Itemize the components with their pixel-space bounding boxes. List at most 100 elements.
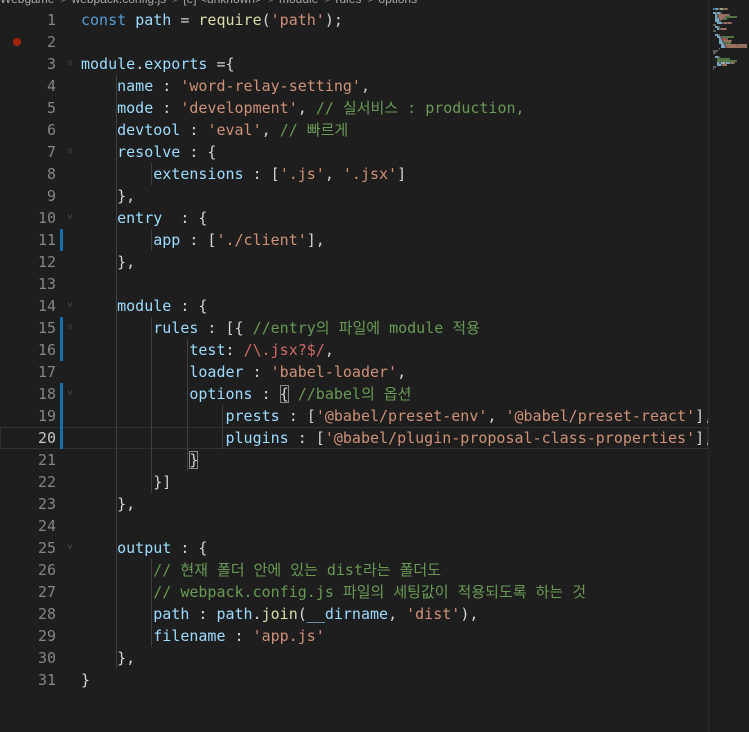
code-text[interactable]: output : { <box>81 537 207 559</box>
line-number[interactable]: 12 <box>0 251 56 273</box>
line-number[interactable]: 15 <box>0 317 56 339</box>
code-line[interactable]: 1 const path = require('path'); <box>0 9 708 31</box>
line-number[interactable]: 28 <box>0 603 56 625</box>
line-number[interactable]: 8 <box>0 163 56 185</box>
line-number[interactable]: 20 <box>0 427 56 449</box>
line-number[interactable]: 4 <box>0 75 56 97</box>
breadcrumb-item[interactable]: Webgame <box>0 0 54 6</box>
code-line[interactable]: 8 extensions : ['.js', '.jsx'] <box>0 163 708 185</box>
code-line[interactable]: 26 // 현재 폴더 안에 있는 dist라는 폴더도 <box>0 559 708 581</box>
code-line[interactable]: 15 ˅ rules : [{ //entry의 파일에 module 적용 <box>0 317 708 339</box>
code-line[interactable]: 18 ˅ options : { //babel의 옵션 <box>0 383 708 405</box>
code-text[interactable]: }] <box>81 471 171 493</box>
modified-line-marker[interactable] <box>60 317 63 339</box>
line-number[interactable]: 23 <box>0 493 56 515</box>
line-number[interactable]: 21 <box>0 449 56 471</box>
chevron-down-icon[interactable]: ˅ <box>64 141 76 163</box>
minimap[interactable] <box>708 0 749 732</box>
code-text[interactable]: } <box>81 669 90 691</box>
code-text[interactable]: options : { //babel의 옵션 <box>81 383 411 405</box>
line-number[interactable]: 27 <box>0 581 56 603</box>
code-editor[interactable]: 1 const path = require('path'); 2 3 ˅ module.… <box>0 9 713 732</box>
chevron-down-icon[interactable]: ˅ <box>64 207 76 229</box>
code-line[interactable]: 20 plugins : ['@babel/plugin-proposal-cl… <box>0 427 713 449</box>
code-line[interactable]: 7 ˅ resolve : { <box>0 141 708 163</box>
code-line[interactable]: 31} <box>0 669 708 691</box>
code-line[interactable]: 16 test: /\.jsx?$/, <box>0 339 708 361</box>
code-text[interactable]: } <box>81 449 199 471</box>
chevron-down-icon[interactable]: ˅ <box>64 537 76 559</box>
code-line[interactable]: 9 }, <box>0 185 708 207</box>
code-text[interactable]: // webpack.config.js 파일의 세팅값이 적용되도록 하는 것 <box>81 581 586 603</box>
code-text[interactable]: test: /\.jsx?$/, <box>81 339 334 361</box>
code-line[interactable]: 21 } <box>0 449 708 471</box>
breadcrumb-item[interactable]: rules <box>335 0 361 6</box>
breadcrumb-item[interactable]: options <box>378 0 417 6</box>
code-text[interactable]: rules : [{ //entry의 파일에 module 적용 <box>81 317 480 339</box>
code-text[interactable]: resolve : { <box>81 141 216 163</box>
code-text[interactable]: app : ['./client'], <box>81 229 325 251</box>
code-line[interactable]: 24 <box>0 515 708 537</box>
breadcrumb-item[interactable]: webpack.config.js <box>72 0 167 6</box>
code-line[interactable]: 27 // webpack.config.js 파일의 세팅값이 적용되도록 하… <box>0 581 708 603</box>
line-number[interactable]: 17 <box>0 361 56 383</box>
code-text[interactable]: prests : ['@babel/preset-env', '@babel/p… <box>81 405 714 427</box>
code-line[interactable]: 13 <box>0 273 708 295</box>
breadcrumb-item[interactable]: module <box>279 0 318 6</box>
line-number[interactable]: 29 <box>0 625 56 647</box>
line-number[interactable]: 22 <box>0 471 56 493</box>
line-number[interactable]: 6 <box>0 119 56 141</box>
code-text[interactable]: module.exports ={ <box>81 53 235 75</box>
line-number[interactable]: 25 <box>0 537 56 559</box>
line-number[interactable]: 5 <box>0 97 56 119</box>
code-text[interactable]: // 현재 폴더 안에 있는 dist라는 폴더도 <box>81 559 441 581</box>
modified-line-marker[interactable] <box>60 383 63 405</box>
line-number[interactable]: 11 <box>0 229 56 251</box>
code-text[interactable]: name : 'word-relay-setting', <box>81 75 370 97</box>
code-line[interactable]: 6 devtool : 'eval', // 빠르게 <box>0 119 708 141</box>
line-number[interactable]: 10 <box>0 207 56 229</box>
line-number[interactable]: 24 <box>0 515 56 537</box>
code-line[interactable]: 4 name : 'word-relay-setting', <box>0 75 708 97</box>
code-line[interactable]: 5 mode : 'development', // 실서비스 : produc… <box>0 97 708 119</box>
code-text[interactable]: path : path.join(__dirname, 'dist'), <box>81 603 478 625</box>
code-line[interactable]: 17 loader : 'babel-loader', <box>0 361 708 383</box>
code-line[interactable]: 12 }, <box>0 251 708 273</box>
code-line[interactable]: 22 }] <box>0 471 708 493</box>
code-text[interactable]: const path = require('path'); <box>81 9 343 31</box>
code-line[interactable]: 2 <box>0 31 708 53</box>
chevron-down-icon[interactable]: ˅ <box>64 317 76 339</box>
code-line[interactable]: 29 filename : 'app.js' <box>0 625 708 647</box>
line-number[interactable]: 18 <box>0 383 56 405</box>
code-text[interactable]: filename : 'app.js' <box>81 625 325 647</box>
code-text[interactable]: extensions : ['.js', '.jsx'] <box>81 163 406 185</box>
code-line[interactable]: 25 ˅ output : { <box>0 537 708 559</box>
line-number[interactable]: 30 <box>0 647 56 669</box>
code-line[interactable]: 19 prests : ['@babel/preset-env', '@babe… <box>0 405 713 427</box>
code-text[interactable]: module : { <box>81 295 207 317</box>
code-text[interactable]: }, <box>81 251 135 273</box>
code-text[interactable]: }, <box>81 185 135 207</box>
code-text[interactable]: entry : { <box>81 207 207 229</box>
code-line[interactable]: 14 ˅ module : { <box>0 295 708 317</box>
line-number[interactable]: 1 <box>0 9 56 31</box>
code-line[interactable]: 30 }, <box>0 647 708 669</box>
code-text[interactable]: mode : 'development', // 실서비스 : producti… <box>81 97 524 119</box>
line-number[interactable]: 31 <box>0 669 56 691</box>
breadcrumb-item[interactable]: [e] <unknown> <box>183 0 262 6</box>
code-line[interactable]: 23 }, <box>0 493 708 515</box>
chevron-down-icon[interactable]: ˅ <box>64 383 76 405</box>
modified-line-marker[interactable] <box>60 427 63 449</box>
modified-line-marker[interactable] <box>60 405 63 427</box>
line-number[interactable]: 14 <box>0 295 56 317</box>
chevron-down-icon[interactable]: ˅ <box>64 295 76 317</box>
code-text[interactable]: devtool : 'eval', // 빠르게 <box>81 119 348 141</box>
code-text[interactable]: loader : 'babel-loader', <box>81 361 406 383</box>
code-text[interactable]: }, <box>81 493 135 515</box>
line-number[interactable]: 7 <box>0 141 56 163</box>
modified-line-marker[interactable] <box>60 229 63 251</box>
code-line[interactable]: 28 path : path.join(__dirname, 'dist'), <box>0 603 708 625</box>
line-number[interactable]: 9 <box>0 185 56 207</box>
line-number[interactable]: 3 <box>0 53 56 75</box>
line-number[interactable]: 16 <box>0 339 56 361</box>
